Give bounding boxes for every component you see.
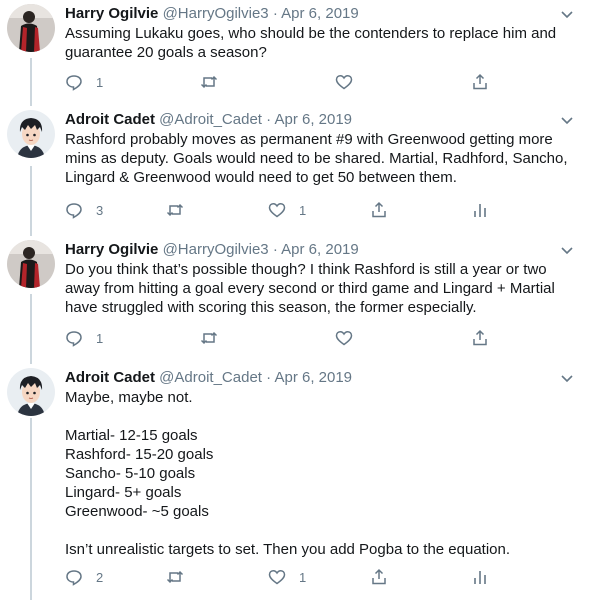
heart-icon — [268, 202, 286, 218]
reply-icon — [66, 331, 82, 347]
separator-dot: · — [266, 369, 272, 386]
share-button[interactable] — [370, 200, 388, 220]
tweet-header: Adroit Cadet @Adroit_Cadet · Apr 6, 2019 — [65, 110, 352, 130]
avatar[interactable] — [7, 240, 55, 288]
reply-count: 3 — [96, 202, 104, 218]
cartoon-avatar-icon — [7, 368, 55, 416]
analytics-icon — [474, 571, 486, 584]
retweet-button[interactable] — [200, 328, 218, 348]
retweet-icon — [200, 75, 218, 89]
reply-button[interactable]: 2 — [65, 567, 103, 587]
analytics-icon — [474, 204, 486, 217]
cartoon-avatar-icon — [7, 110, 55, 158]
reply-button[interactable]: 3 — [65, 200, 103, 220]
retweet-icon — [166, 570, 184, 584]
tweet-date[interactable]: Apr 6, 2019 — [274, 369, 352, 386]
reply-icon — [66, 75, 82, 91]
tweet-header: Harry Ogilvie @HarryOgilvie3 · Apr 6, 20… — [65, 4, 359, 24]
tweet-header: Harry Ogilvie @HarryOgilvie3 · Apr 6, 20… — [65, 240, 359, 260]
heart-icon — [335, 330, 353, 346]
heart-icon — [268, 569, 286, 585]
tweet[interactable]: Adroit Cadet @Adroit_Cadet · Apr 6, 2019… — [0, 106, 592, 236]
tweet-actions: 1 — [65, 328, 565, 348]
separator-dot: · — [266, 111, 272, 128]
author-name[interactable]: Harry Ogilvie — [65, 241, 158, 258]
chevron-down-icon[interactable] — [560, 7, 574, 21]
author-name[interactable]: Adroit Cadet — [65, 369, 155, 386]
author-name[interactable]: Adroit Cadet — [65, 111, 155, 128]
like-button[interactable] — [335, 328, 366, 348]
retweet-button[interactable] — [166, 567, 184, 587]
separator-dot: · — [272, 5, 278, 22]
author-name[interactable]: Harry Ogilvie — [65, 5, 158, 22]
share-button[interactable] — [471, 72, 489, 92]
tweet-text: Rashford probably moves as permanent #9 … — [65, 131, 572, 186]
user-avatar-red-shirt-icon — [7, 4, 55, 52]
tweet-actions: 2 1 — [65, 567, 565, 587]
share-icon — [473, 73, 487, 90]
share-icon — [372, 568, 386, 585]
tweet-actions: 1 — [65, 72, 565, 92]
reply-button[interactable]: 1 — [65, 328, 103, 348]
retweet-icon — [166, 203, 184, 217]
like-button[interactable]: 1 — [268, 200, 306, 220]
like-button[interactable] — [335, 72, 366, 92]
share-icon — [473, 329, 487, 346]
avatar[interactable] — [7, 4, 55, 52]
reply-icon — [66, 203, 82, 219]
chevron-down-icon[interactable] — [560, 113, 574, 127]
tweet-date[interactable]: Apr 6, 2019 — [281, 5, 359, 22]
tweet-text: Do you think that’s possible though? I t… — [65, 261, 560, 316]
reply-icon — [66, 570, 82, 586]
like-count: 1 — [299, 569, 307, 585]
like-button[interactable]: 1 — [268, 567, 306, 587]
tweet[interactable]: Harry Ogilvie @HarryOgilvie3 · Apr 6, 20… — [0, 236, 592, 364]
avatar[interactable] — [7, 110, 55, 158]
tweet[interactable]: Adroit Cadet @Adroit_Cadet · Apr 6, 2019… — [0, 364, 592, 600]
tweet[interactable]: Harry Ogilvie @HarryOgilvie3 · Apr 6, 20… — [0, 0, 592, 106]
heart-icon — [335, 74, 353, 90]
reply-count: 1 — [96, 74, 104, 90]
chevron-down-icon[interactable] — [560, 243, 574, 257]
author-handle[interactable]: @Adroit_Cadet — [159, 111, 262, 128]
avatar[interactable] — [7, 368, 55, 416]
retweet-icon — [200, 331, 218, 345]
user-avatar-red-shirt-icon — [7, 240, 55, 288]
retweet-button[interactable] — [200, 72, 218, 92]
tweet-text: Assuming Lukaku goes, who should be the … — [65, 25, 561, 61]
analytics-button[interactable] — [471, 200, 489, 220]
tweet-actions: 3 1 — [65, 200, 565, 220]
author-handle[interactable]: @HarryOgilvie3 — [163, 5, 269, 22]
separator-dot: · — [272, 241, 278, 258]
reply-count: 1 — [96, 330, 104, 346]
chevron-down-icon[interactable] — [560, 371, 574, 385]
reply-button[interactable]: 1 — [65, 72, 103, 92]
tweet-header: Adroit Cadet @Adroit_Cadet · Apr 6, 2019 — [65, 368, 352, 388]
analytics-button[interactable] — [471, 567, 489, 587]
like-count: 1 — [299, 202, 307, 218]
reply-count: 2 — [96, 569, 104, 585]
author-handle[interactable]: @HarryOgilvie3 — [163, 241, 269, 258]
share-button[interactable] — [370, 567, 388, 587]
tweet-date[interactable]: Apr 6, 2019 — [281, 241, 359, 258]
tweet-text: Maybe, maybe not. Martial- 12-15 goals R… — [65, 389, 511, 558]
retweet-button[interactable] — [166, 200, 184, 220]
share-icon — [372, 201, 386, 218]
share-button[interactable] — [471, 328, 489, 348]
tweet-date[interactable]: Apr 6, 2019 — [274, 111, 352, 128]
author-handle[interactable]: @Adroit_Cadet — [159, 369, 262, 386]
